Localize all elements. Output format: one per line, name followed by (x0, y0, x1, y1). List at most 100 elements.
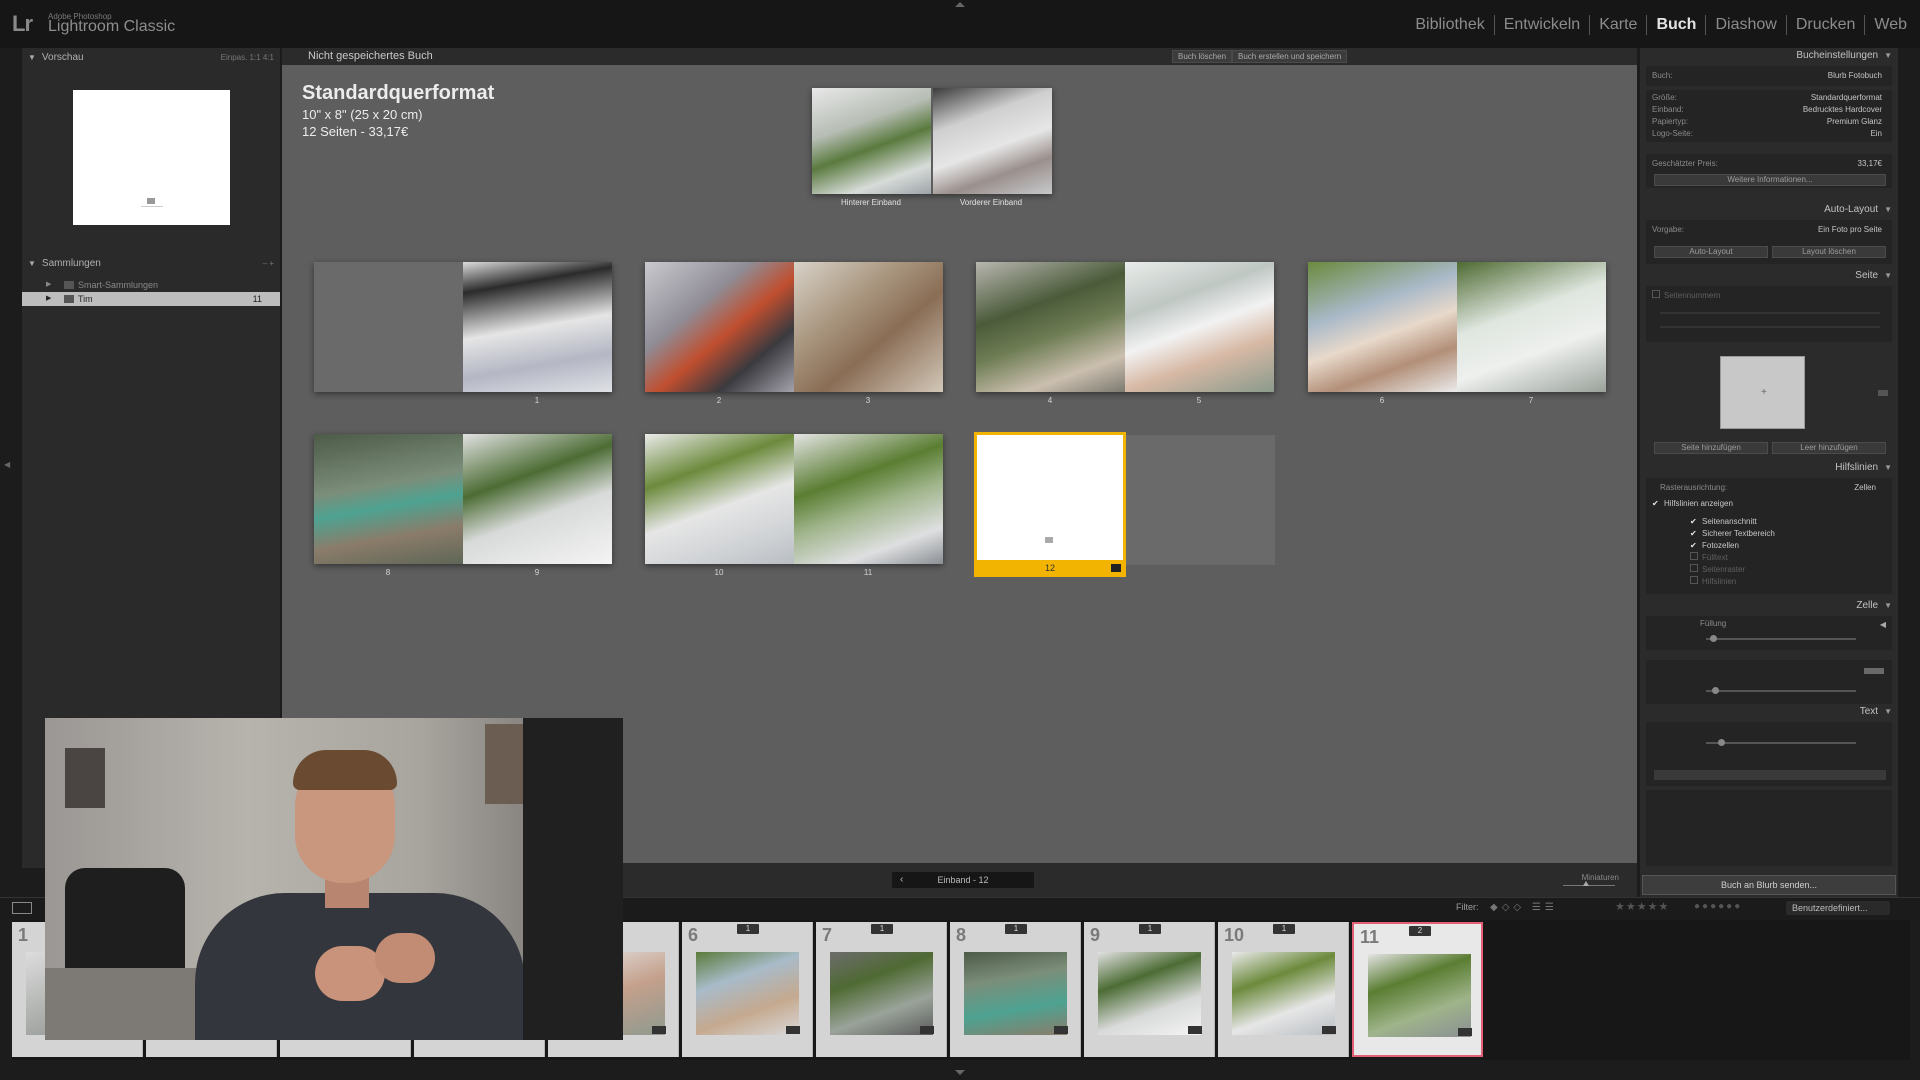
cover-row[interactable]: Einband: Bedrucktes Hardcover (1652, 104, 1892, 116)
filmstrip-toggle-icon[interactable] (955, 1070, 965, 1075)
spread-1[interactable] (314, 262, 612, 392)
previous-page-icon[interactable]: ‹ (900, 872, 903, 888)
cover-spread[interactable] (812, 88, 1052, 194)
spread-6-7[interactable] (1308, 262, 1606, 392)
left-panel-toggle-icon[interactable]: ◀ (4, 460, 10, 469)
checkbox-icon[interactable] (1652, 290, 1660, 298)
checkbox-icon[interactable] (1690, 564, 1698, 572)
add-page-button[interactable]: Seite hinzufügen (1654, 442, 1768, 454)
logo-row[interactable]: Logo-Seite: Ein (1652, 128, 1892, 140)
preset-row[interactable]: Vorgabe: Ein Foto pro Seite (1652, 224, 1892, 236)
grid-snap-row[interactable]: Rasterausrichtung: Zellen (1660, 482, 1886, 494)
photo-text-slider[interactable] (1706, 742, 1856, 744)
rating-filter-stars[interactable]: ★★★★★ (1615, 900, 1669, 913)
book-type-row[interactable]: Buch: Blurb Fotobuch (1646, 66, 1892, 86)
page-photo-8[interactable] (314, 434, 463, 564)
text-style-field[interactable] (1654, 770, 1886, 780)
page-template-thumbnail[interactable]: + (1720, 356, 1805, 429)
page-photo-7[interactable] (1457, 262, 1606, 392)
collection-tim[interactable]: ▶ Tim 11 (22, 292, 280, 306)
page-photo-3[interactable] (794, 262, 943, 392)
checkmark-icon[interactable]: ✔ (1690, 518, 1698, 526)
filter-preset-dropdown[interactable]: Benutzerdefiniert... (1786, 901, 1890, 915)
padding-expand-icon[interactable]: ◀ (1880, 620, 1886, 629)
preview-panel-header[interactable]: ▼ Vorschau Einpas. 1:1 4:1 (22, 48, 280, 68)
photo-text-knob[interactable] (1718, 739, 1725, 746)
filmstrip-thumb-9[interactable]: 9 1 (1084, 922, 1215, 1057)
page-options-icon[interactable] (1111, 564, 1121, 572)
padding-slider[interactable] (1706, 638, 1856, 640)
guides-header[interactable]: Hilfslinien ▼ (1640, 460, 1898, 476)
guide-option-guides[interactable]: Hilfslinien (1690, 576, 1736, 588)
filmstrip-thumb-10[interactable]: 10 1 (1218, 922, 1349, 1057)
page-photo-11[interactable] (794, 434, 943, 564)
page-template-menu-icon[interactable] (1878, 390, 1888, 396)
create-book-button[interactable]: Buch erstellen und speichern (1232, 50, 1348, 63)
module-web[interactable]: Web (1865, 15, 1916, 35)
thumbnail-size-slider[interactable] (1563, 885, 1615, 886)
module-diashow[interactable]: Diashow (1706, 15, 1787, 35)
paper-row[interactable]: Papiertyp: Premium Glanz (1652, 116, 1892, 128)
guide-option-bleed[interactable]: ✔ Seitenanschnitt (1690, 516, 1757, 528)
paper-value[interactable]: Premium Glanz (1827, 116, 1882, 128)
collections-panel-header[interactable]: ▼ Sammlungen – + (22, 254, 280, 274)
spread-10-11[interactable] (645, 434, 943, 564)
page-photo-4[interactable] (976, 262, 1125, 392)
logo-value[interactable]: Ein (1870, 128, 1882, 140)
book-settings-header[interactable]: Bucheinstellungen ▼ (1640, 48, 1898, 64)
border-width-slider[interactable] (1706, 690, 1856, 692)
filmstrip-thumb-11-selected[interactable]: 11 2 (1352, 922, 1483, 1057)
spread-4-5[interactable] (976, 262, 1274, 392)
guide-option-photo-cells[interactable]: ✔ Fotozellen (1690, 540, 1739, 552)
send-to-blurb-button[interactable]: Buch an Blurb senden... (1642, 875, 1896, 895)
cell-header[interactable]: Zelle ▼ (1640, 598, 1898, 614)
padding-slider-knob[interactable] (1710, 635, 1717, 642)
page-section-header[interactable]: Seite ▼ (1640, 268, 1898, 284)
more-info-button[interactable]: Weitere Informationen... (1654, 174, 1886, 186)
flag-filter-icons[interactable]: ◆◇◇ ☰☰ (1490, 902, 1558, 913)
top-panel-toggle-icon[interactable] (955, 2, 965, 7)
guide-option-filler-text[interactable]: Fülltext (1690, 552, 1728, 564)
border-width-knob[interactable] (1712, 687, 1719, 694)
inside-back-cover[interactable] (1126, 435, 1275, 565)
size-value[interactable]: Standardquerformat (1811, 92, 1882, 104)
filmstrip-thumb-8[interactable]: 8 1 (950, 922, 1081, 1057)
module-drucken[interactable]: Drucken (1787, 15, 1866, 35)
preview-zoom-modes[interactable]: Einpas. 1:1 4:1 (221, 48, 274, 68)
back-cover-photo[interactable] (812, 88, 931, 194)
secondary-window-icon[interactable] (12, 902, 32, 914)
book-type-value[interactable]: Blurb Fotobuch (1828, 70, 1882, 82)
page-photo-9[interactable] (463, 434, 612, 564)
page-photo-2[interactable] (645, 262, 794, 392)
cover-value[interactable]: Bedrucktes Hardcover (1803, 104, 1882, 116)
expand-triangle-icon[interactable]: ▶ (46, 278, 51, 292)
front-cover-photo[interactable] (933, 88, 1052, 194)
guide-option-page-grid[interactable]: Seitenraster (1690, 564, 1745, 576)
checkbox-icon[interactable] (1690, 552, 1698, 560)
border-color-swatch[interactable] (1864, 668, 1884, 674)
expand-triangle-icon[interactable]: ▶ (46, 292, 51, 306)
autolayout-header[interactable]: Auto-Layout ▼ (1640, 202, 1898, 218)
page-photo-6[interactable] (1308, 262, 1457, 392)
module-bibliothek[interactable]: Bibliothek (1406, 15, 1495, 35)
checkmark-icon[interactable]: ✔ (1690, 530, 1698, 538)
collections-add-remove[interactable]: – + (263, 254, 274, 274)
page-navigator[interactable]: ‹ Einband - 12 (892, 872, 1034, 888)
grid-snap-value[interactable]: Zellen (1854, 482, 1876, 494)
size-row[interactable]: Größe: Standardquerformat (1652, 92, 1892, 104)
spread-2-3[interactable] (645, 262, 943, 392)
clear-layout-button[interactable]: Layout löschen (1772, 246, 1886, 258)
page-photo-1[interactable] (463, 262, 612, 392)
color-label-filter[interactable]: ●●●●●● (1694, 901, 1742, 912)
guide-option-text-safe[interactable]: ✔ Sicherer Textbereich (1690, 528, 1775, 540)
module-buch[interactable]: Buch (1647, 15, 1707, 35)
blank-page[interactable] (314, 262, 463, 392)
checkmark-icon[interactable]: ✔ (1652, 500, 1660, 508)
filmstrip-thumb-6[interactable]: 6 1 (682, 922, 813, 1057)
module-entwickeln[interactable]: Entwickeln (1495, 15, 1591, 35)
filmstrip-thumb-7[interactable]: 7 1 (816, 922, 947, 1057)
collection-smart[interactable]: ▶ Smart-Sammlungen (22, 278, 280, 292)
thumbnail-size-knob[interactable] (1583, 881, 1589, 886)
page-photo-5[interactable] (1125, 262, 1274, 392)
page-photo-10[interactable] (645, 434, 794, 564)
